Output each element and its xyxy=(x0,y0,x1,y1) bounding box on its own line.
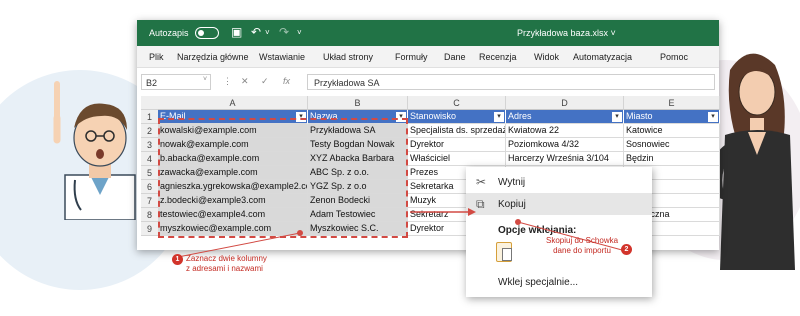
table-cell[interactable]: Właściciel xyxy=(408,152,506,166)
tab-data[interactable]: Dane xyxy=(444,52,466,62)
annotation-2-line-2: dane do importu xyxy=(553,246,611,255)
tab-formulas[interactable]: Formuły xyxy=(395,52,428,62)
name-box[interactable]: B2 xyxy=(141,74,211,90)
row-header-3[interactable]: 3 xyxy=(141,138,158,152)
tab-view[interactable]: Widok xyxy=(534,52,559,62)
title-bar: Autozapis ▣ ↶ ˅ ↷ ˅ Przykładowa baza.xls… xyxy=(137,20,719,46)
row-header-5[interactable]: 5 xyxy=(141,166,158,180)
table-header-label: Adres xyxy=(508,111,532,121)
column-header-b[interactable]: B xyxy=(308,96,408,110)
undo-icon[interactable]: ↶ xyxy=(251,25,261,39)
table-header-label: Stanowisko xyxy=(410,111,457,121)
column-header-d[interactable]: D xyxy=(506,96,624,110)
annotation-1-text: Zaznacz dwie kolumny z adresami i nazwam… xyxy=(186,254,267,274)
menu-item-paste-special-label: Wklej specjalnie... xyxy=(498,277,579,288)
annotation-1-badge: 1 xyxy=(172,254,183,265)
annotation-2-text: Skopiuj do Schowka dane do importu xyxy=(546,236,618,256)
column-header-e[interactable]: E xyxy=(624,96,720,110)
tab-automate[interactable]: Automatyzacja xyxy=(573,52,632,62)
table-cell[interactable]: Sosnowiec xyxy=(624,138,720,152)
row-header-2[interactable]: 2 xyxy=(141,124,158,138)
function-icon[interactable]: fx xyxy=(283,76,290,86)
table-cell[interactable]: Dyrektor xyxy=(408,138,506,152)
name-box-dropdown-icon[interactable]: ˅ xyxy=(203,76,207,83)
confirm-icon[interactable]: ✓ xyxy=(261,76,269,87)
annotation-2-badge: 2 xyxy=(621,244,632,255)
cut-icon: ✂ xyxy=(476,175,487,189)
formula-bar: B2 ˅ ⋮ ✕ ✓ fx Przykładowa SA xyxy=(137,73,719,91)
autosave-toggle[interactable] xyxy=(195,27,219,39)
row-header-8[interactable]: 8 xyxy=(141,208,158,222)
tab-insert[interactable]: Wstawianie xyxy=(259,52,305,62)
table-cell[interactable]: Kwiatowa 22 xyxy=(506,124,624,138)
cancel-icon[interactable]: ✕ xyxy=(241,76,249,87)
table-header-cell[interactable]: Adres ▾ xyxy=(506,110,624,124)
selection-marquee xyxy=(158,118,408,238)
save-icon[interactable]: ▣ xyxy=(231,25,242,39)
filter-dropdown-icon[interactable]: ▾ xyxy=(494,112,504,122)
ribbon-tabs: Plik Narzędzia główne Wstawianie Układ s… xyxy=(137,46,719,68)
annotation-1-line-2: z adresami i nazwami xyxy=(186,264,263,273)
table-cell[interactable]: Specjalista ds. sprzedaży xyxy=(408,124,506,138)
filter-dropdown-icon[interactable]: ▾ xyxy=(612,112,622,122)
filter-dropdown-icon[interactable]: ▾ xyxy=(708,112,718,122)
autosave-label: Autozapis xyxy=(149,28,189,38)
table-cell[interactable]: Będzin xyxy=(624,152,720,166)
select-all-corner[interactable] xyxy=(141,96,158,110)
row-header-1[interactable]: 1 xyxy=(141,110,158,124)
table-cell[interactable]: Harcerzy Września 3/104 xyxy=(506,152,624,166)
table-cell[interactable]: Poziomkowa 4/32 xyxy=(506,138,624,152)
quick-access-dropdown-icon[interactable]: ˅ xyxy=(297,28,302,37)
tab-help[interactable]: Pomoc xyxy=(660,52,688,62)
menu-item-paste-special[interactable]: Wklej specjalnie... xyxy=(466,271,652,293)
column-header-a[interactable]: A xyxy=(158,96,308,110)
tab-home[interactable]: Narzędzia główne xyxy=(177,52,249,62)
tab-review[interactable]: Recenzja xyxy=(479,52,517,62)
table-header-label: Miasto xyxy=(626,111,653,121)
formula-input[interactable]: Przykładowa SA xyxy=(307,74,715,90)
document-title: Przykładowa baza.xlsx ˅ xyxy=(517,28,616,38)
row-header-6[interactable]: 6 xyxy=(141,180,158,194)
menu-item-cut-label: Wytnij xyxy=(498,177,526,188)
tab-page-layout[interactable]: Układ strony xyxy=(323,52,373,62)
row-header-9[interactable]: 9 xyxy=(141,222,158,236)
table-cell[interactable]: Katowice xyxy=(624,124,720,138)
tab-file[interactable]: Plik xyxy=(149,52,164,62)
table-header-cell[interactable]: Stanowisko ▾ xyxy=(408,110,506,124)
table-header-cell[interactable]: Miasto ▾ xyxy=(624,110,720,124)
row-header-7[interactable]: 7 xyxy=(141,194,158,208)
row-header-4[interactable]: 4 xyxy=(141,152,158,166)
more-icon: ⋮ xyxy=(223,76,232,86)
menu-item-cut[interactable]: ✂ Wytnij xyxy=(466,171,652,193)
annotation-1-line-1: Zaznacz dwie kolumny xyxy=(186,254,267,263)
annotation-2-line-1: Skopiuj do Schowka xyxy=(546,236,619,245)
undo-dropdown-icon[interactable]: ˅ xyxy=(265,28,270,37)
column-header-c[interactable]: C xyxy=(408,96,506,110)
redo-icon[interactable]: ↷ xyxy=(279,25,289,39)
